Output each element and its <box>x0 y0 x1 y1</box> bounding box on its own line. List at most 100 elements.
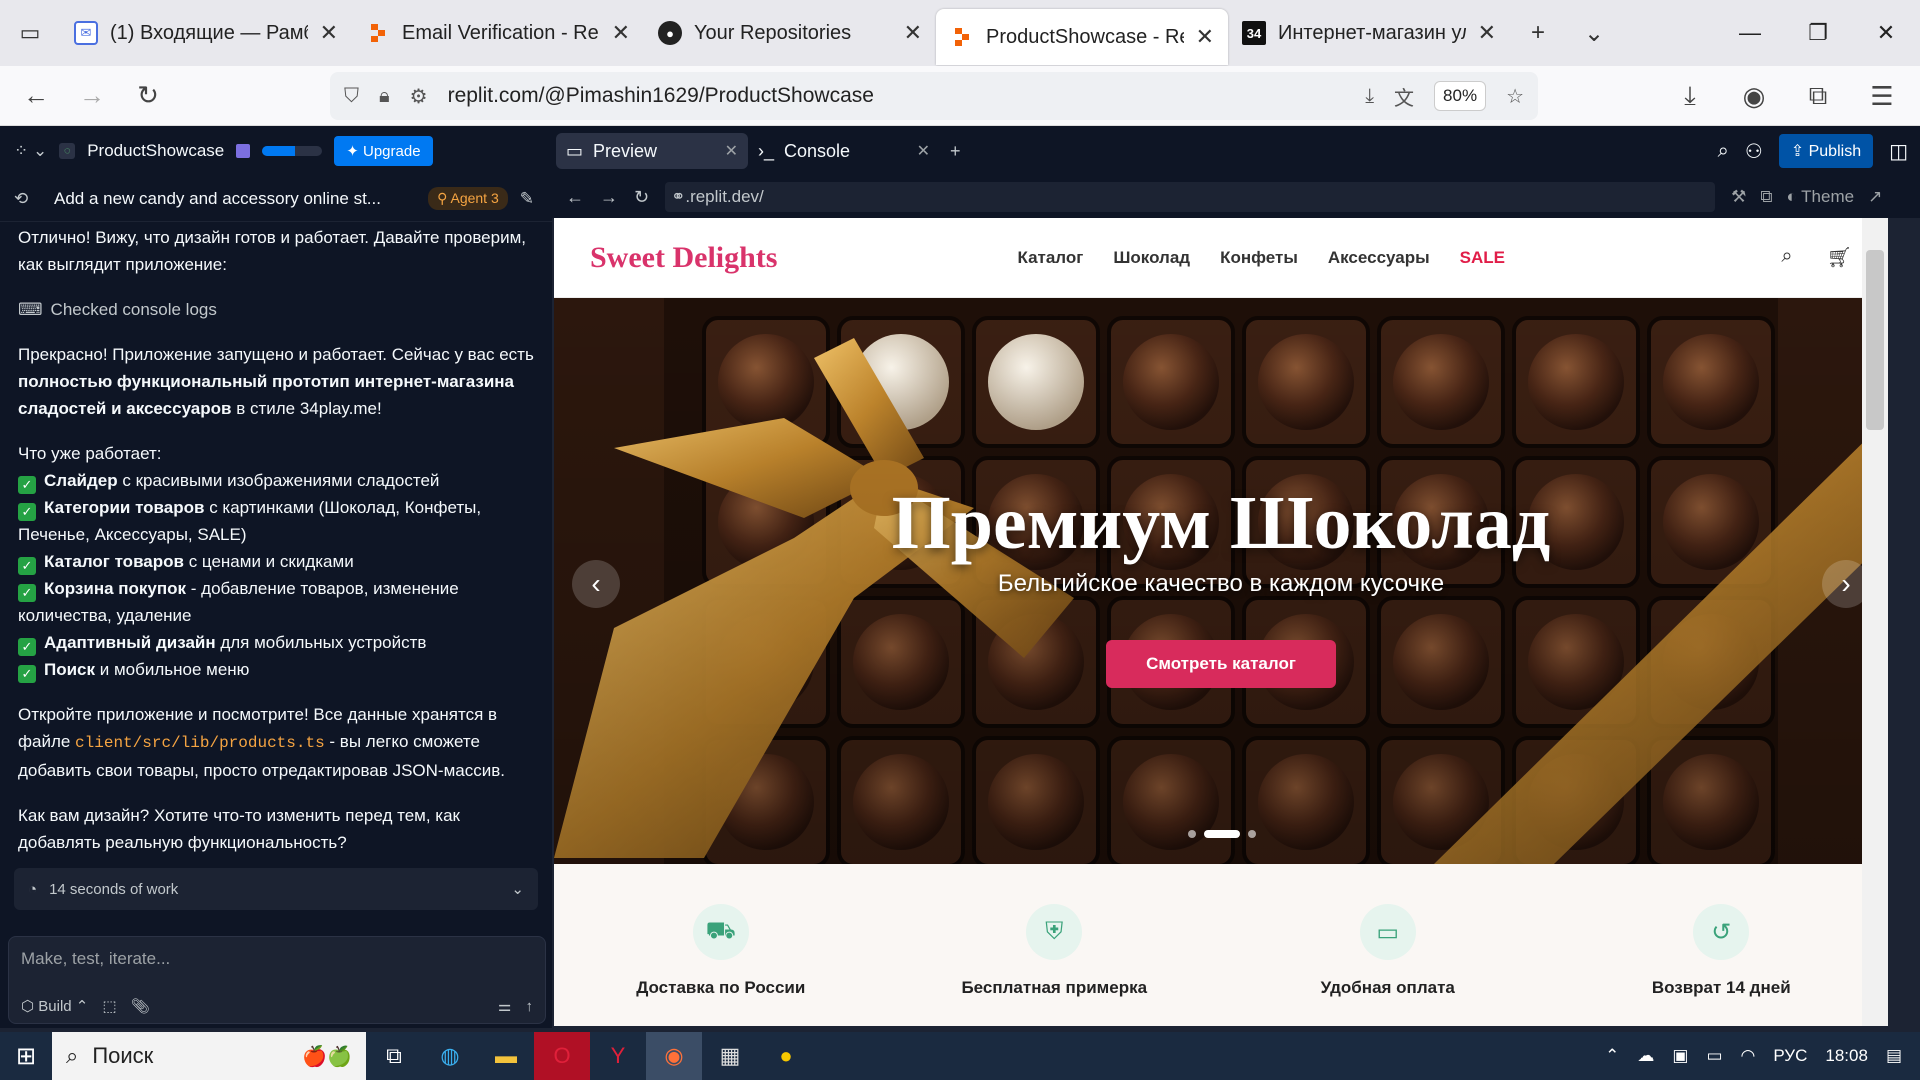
browser-tab-email-verification[interactable]: Email Verification - Replit ✕ <box>352 7 644 59</box>
task-view-icon[interactable]: ⧉ <box>366 1032 422 1080</box>
lock-icon[interactable]: 🔒︎ <box>379 85 390 108</box>
shield-icon[interactable]: ⛉ <box>344 85 359 108</box>
preview-url[interactable]: ⚭ .replit.dev/ <box>665 182 1716 212</box>
back-icon[interactable]: ← <box>8 68 64 124</box>
add-tab-icon[interactable]: + <box>940 133 980 169</box>
site-logo[interactable]: Sweet Delights <box>590 241 777 275</box>
translate-icon[interactable]: 文 <box>1394 82 1414 111</box>
account-icon[interactable]: ◉ <box>1726 68 1782 124</box>
agent-input[interactable]: Make, test, iterate... ⬡ Build ⌃ ⬚ 📎︎ ⚌ … <box>8 936 546 1024</box>
replit-menu-icon[interactable]: ⁘ ⌄ <box>14 141 47 161</box>
cloud-icon[interactable]: ☁ <box>1637 1046 1654 1066</box>
chat-title[interactable]: Add a new candy and accessory online st.… <box>18 189 416 209</box>
new-chat-icon[interactable]: ✎ <box>520 189 534 209</box>
battery-icon[interactable]: ▭ <box>1706 1046 1722 1066</box>
close-icon[interactable]: ✕ <box>725 141 738 161</box>
menu-icon[interactable]: ☰ <box>1854 68 1910 124</box>
nav-sale[interactable]: SALE <box>1460 248 1505 268</box>
nav-candies[interactable]: Конфеты <box>1220 248 1298 268</box>
build-mode-button[interactable]: ⬡ Build ⌃ <box>21 997 88 1015</box>
taskbar-search[interactable]: ⌕ Поиск 🍎🍏 <box>52 1032 366 1080</box>
close-icon[interactable]: ✕ <box>1196 24 1214 50</box>
yandex-icon[interactable]: Y <box>590 1032 646 1080</box>
list-item: ✓ Адаптивный дизайн для мобильных устройс… <box>18 629 534 656</box>
scrollbar-thumb[interactable] <box>1866 250 1884 430</box>
theme-button[interactable]: ◐ Theme <box>1786 187 1854 207</box>
devices-icon[interactable]: ⧉ <box>1760 187 1772 207</box>
input-placeholder[interactable]: Make, test, iterate... <box>21 949 170 969</box>
tab-overview-icon[interactable]: ▭ <box>0 0 60 66</box>
nav-accessories[interactable]: Аксессуары <box>1328 248 1430 268</box>
language-indicator[interactable]: РУС <box>1773 1046 1807 1066</box>
project-name[interactable]: ProductShowcase <box>87 141 224 161</box>
browser-tab-repositories[interactable]: ● Your Repositories ✕ <box>644 7 936 59</box>
edge-icon[interactable]: ◍ <box>422 1032 478 1080</box>
search-icon[interactable]: ⌕ <box>1781 245 1792 270</box>
settings-sliders-icon[interactable]: ⚌ <box>498 997 511 1015</box>
calculator-icon[interactable]: ▦ <box>702 1032 758 1080</box>
close-icon[interactable]: ✕ <box>320 20 338 46</box>
file-path[interactable]: client/src/lib/products.ts <box>75 734 325 752</box>
slider-dot[interactable] <box>1188 830 1196 838</box>
downloads-icon[interactable]: ⤓ <box>1662 68 1718 124</box>
permissions-icon[interactable]: ⚙ <box>410 84 428 109</box>
send-icon[interactable]: ↑ <box>526 998 534 1015</box>
nav-chocolate[interactable]: Шоколад <box>1113 248 1190 268</box>
tab-list-chevron-icon[interactable]: ⌄ <box>1566 5 1622 61</box>
publish-button[interactable]: ⇪ Publish <box>1778 134 1874 168</box>
tab-preview[interactable]: ▭ Preview ✕ <box>556 133 748 169</box>
nav-catalog[interactable]: Каталог <box>1017 248 1083 268</box>
work-summary[interactable]: ◔ 14 seconds of work ⌄ <box>14 868 538 910</box>
opera-icon[interactable]: O <box>534 1032 590 1080</box>
upgrade-button[interactable]: ✦ Upgrade <box>334 136 433 166</box>
preview-scrollbar[interactable] <box>1862 218 1888 1026</box>
slider-dot-active[interactable] <box>1204 830 1240 838</box>
file-explorer-icon[interactable]: ▬ <box>478 1032 534 1080</box>
notifications-icon[interactable]: ▤ <box>1886 1046 1902 1066</box>
select-element-icon[interactable]: ⬚ <box>102 997 116 1015</box>
browser-tab-shop[interactable]: 34 Интернет-магазин улич ✕ <box>1228 7 1510 59</box>
open-new-window-icon[interactable]: ↗ <box>1868 187 1882 207</box>
checked-console-logs[interactable]: ⌨ Checked console logs <box>18 296 534 323</box>
zoom-level[interactable]: 80% <box>1434 81 1487 111</box>
attach-icon[interactable]: 📎︎ <box>131 997 150 1015</box>
close-icon[interactable]: ✕ <box>904 20 922 46</box>
close-icon[interactable]: ✕ <box>917 141 930 161</box>
slider-prev-icon[interactable]: ‹ <box>572 560 620 608</box>
download-page-icon[interactable]: ⤓ <box>1365 85 1374 108</box>
tab-console[interactable]: ›_ Console ✕ <box>748 133 940 169</box>
close-icon[interactable]: ✕ <box>1478 20 1496 46</box>
browser-tab-mail[interactable]: ✉ (1) Входящие — Рамблер ✕ <box>60 7 352 59</box>
windows-start-icon[interactable]: ⊞ <box>0 1032 52 1080</box>
search-icon[interactable]: ⌕ <box>1718 140 1729 163</box>
forward-icon[interactable]: → <box>64 68 120 124</box>
firefox-icon[interactable]: ◉ <box>646 1032 702 1080</box>
close-window-icon[interactable]: ✕ <box>1852 0 1920 66</box>
extensions-icon[interactable]: ⧉ <box>1790 68 1846 124</box>
view-catalog-button[interactable]: Смотреть каталог <box>1106 640 1336 688</box>
reload-icon[interactable]: ↻ <box>120 68 176 124</box>
restore-icon[interactable]: ❐ <box>1784 0 1852 66</box>
display-icon[interactable]: ▣ <box>1672 1046 1688 1066</box>
1c-icon[interactable]: ● <box>758 1032 814 1080</box>
minimize-icon[interactable]: — <box>1716 0 1784 66</box>
reload-icon[interactable]: ↻ <box>634 187 649 208</box>
layout-icon[interactable]: ◫ <box>1889 139 1908 164</box>
forward-icon[interactable]: → <box>600 187 618 208</box>
tray-chevron-icon[interactable]: ⌃ <box>1605 1046 1619 1066</box>
bookmark-star-icon[interactable]: ☆ <box>1506 84 1524 109</box>
history-icon[interactable]: ⟲ <box>14 189 28 209</box>
back-icon[interactable]: ← <box>566 187 584 208</box>
wifi-icon[interactable]: ◠ <box>1741 1046 1756 1066</box>
cart-icon[interactable]: 🛒︎ <box>1827 245 1852 270</box>
browser-tab-productshowcase[interactable]: ProductShowcase - Replit ✕ <box>936 9 1228 65</box>
invite-icon[interactable]: ⚇ <box>1745 139 1763 164</box>
close-icon[interactable]: ✕ <box>612 20 630 46</box>
chevron-down-icon[interactable]: ⌄ <box>511 880 524 898</box>
clock[interactable]: 18:08 <box>1825 1046 1868 1066</box>
devtools-icon[interactable]: ⚒ <box>1731 187 1746 207</box>
address-bar[interactable]: ⛉ 🔒︎ ⚙ replit.com/@Pimashin1629/ProductS… <box>330 72 1538 120</box>
new-tab-icon[interactable]: + <box>1510 5 1566 61</box>
url-text[interactable]: replit.com/@Pimashin1629/ProductShowcase <box>448 84 1346 108</box>
slider-dot[interactable] <box>1248 830 1256 838</box>
